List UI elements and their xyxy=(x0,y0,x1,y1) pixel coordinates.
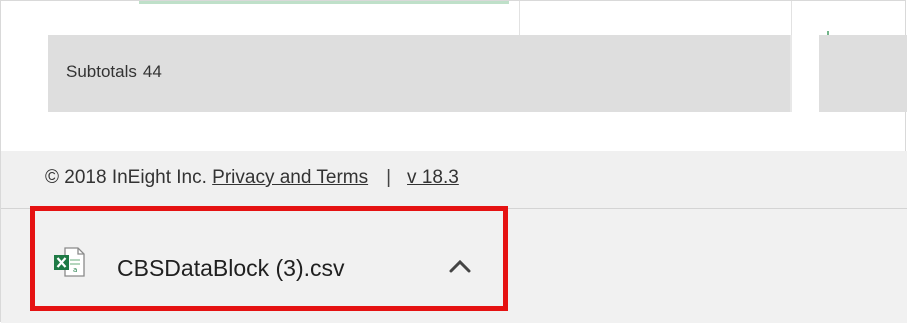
footer-line: © 2018 InEight Inc. Privacy and Terms | v … xyxy=(45,167,459,189)
svg-text:a: a xyxy=(73,266,77,274)
privacy-terms-link[interactable]: Privacy and Terms xyxy=(212,167,368,188)
copyright-text: © 2018 InEight Inc. xyxy=(45,167,207,188)
version-link[interactable]: v 18.3 xyxy=(407,167,459,188)
excel-file-icon: a xyxy=(52,245,86,279)
progress-strip xyxy=(139,1,509,4)
chevron-up-icon[interactable] xyxy=(447,257,473,275)
download-filename: CBSDataBlock (3).csv xyxy=(117,255,345,281)
subtotals-text: Subtotals 44 xyxy=(66,62,162,82)
column-divider xyxy=(519,1,520,35)
page-footer: © 2018 InEight Inc. Privacy and Terms | v … xyxy=(1,151,907,209)
subtotals-label: Subtotals xyxy=(66,62,137,81)
subtotals-value: 44 xyxy=(142,62,162,81)
footer-separator: | xyxy=(386,167,392,188)
download-item[interactable]: a CBSDataBlock (3).csv xyxy=(30,206,508,311)
side-card xyxy=(819,35,907,112)
column-divider xyxy=(791,1,792,35)
subtotals-card: Subtotals 44 xyxy=(48,35,792,112)
